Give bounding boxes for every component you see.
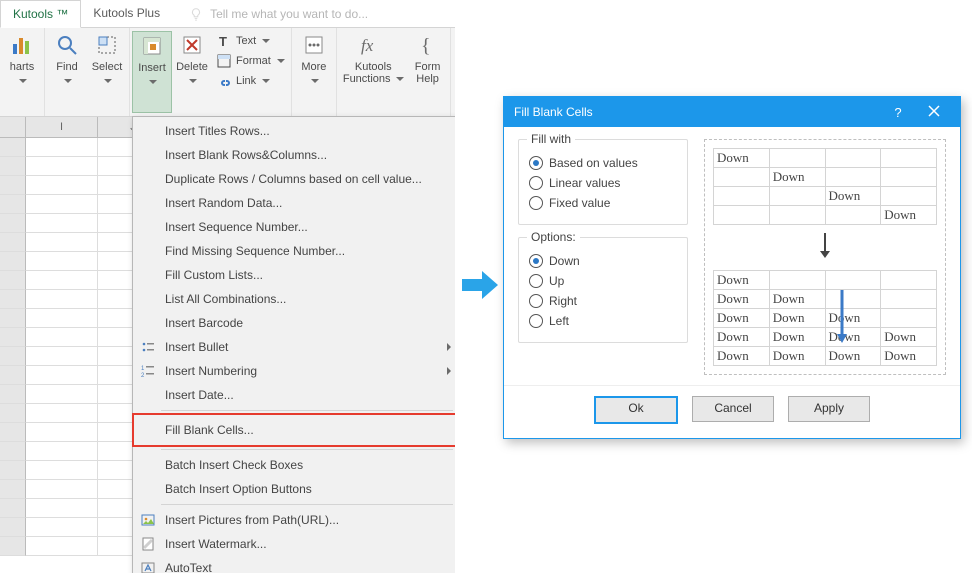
format-icon (216, 53, 232, 69)
dropdown-icon (189, 79, 197, 83)
dialog-title: Fill Blank Cells (514, 105, 593, 119)
insert-dropdown-menu: Insert Titles Rows... Insert Blank Rows&… (132, 116, 456, 573)
dropdown-icon (262, 79, 270, 83)
menu-batch-checkboxes[interactable]: Batch Insert Check Boxes (133, 453, 456, 477)
text-icon: T (216, 33, 232, 49)
ribbon: harts Find Select Insert (0, 28, 455, 117)
menu-insert-sequence-number[interactable]: Insert Sequence Number... (133, 215, 456, 239)
radio-linear-values[interactable]: Linear values (529, 176, 677, 190)
fx-icon: fx (361, 33, 385, 57)
menu-insert-numbering[interactable]: 12 Insert Numbering (133, 359, 456, 383)
fill-down-arrow-icon (835, 288, 849, 348)
menu-insert-blank-rows-cols[interactable]: Insert Blank Rows&Columns... (133, 143, 456, 167)
menu-fill-blank-cells[interactable]: Fill Blank Cells... (133, 414, 456, 446)
insert-icon (140, 34, 164, 58)
menu-insert-watermark[interactable]: Insert Watermark... (133, 532, 456, 556)
radio-up[interactable]: Up (529, 274, 677, 288)
menu-list-all-combinations[interactable]: List All Combinations... (133, 287, 456, 311)
select-icon (95, 33, 119, 57)
preview-pane: Down Down Down Down Down DownDown DownDo… (704, 139, 946, 375)
radio-down[interactable]: Down (529, 254, 677, 268)
chart-icon (10, 33, 34, 57)
dropdown-icon (104, 79, 112, 83)
find-button[interactable]: Find (47, 31, 87, 113)
dropdown-icon (149, 80, 157, 84)
apply-button[interactable]: Apply (788, 396, 870, 422)
radio-based-on-values[interactable]: Based on values (529, 156, 677, 170)
svg-text:T: T (219, 34, 227, 48)
dropdown-icon (277, 59, 285, 63)
menu-fill-custom-lists[interactable]: Fill Custom Lists... (133, 263, 456, 287)
menu-insert-bullet[interactable]: Insert Bullet (133, 335, 456, 359)
menu-insert-date[interactable]: Insert Date... (133, 383, 456, 407)
tab-kutools-plus[interactable]: Kutools Plus (81, 0, 172, 27)
arrow-right-icon (460, 265, 500, 305)
dropdown-icon (262, 39, 270, 43)
numbering-icon: 12 (139, 363, 157, 379)
radio-right[interactable]: Right (529, 294, 677, 308)
menu-insert-barcode[interactable]: Insert Barcode (133, 311, 456, 335)
dropdown-icon (396, 77, 404, 81)
submenu-arrow-icon (447, 343, 451, 351)
svg-text:2: 2 (141, 373, 145, 378)
menu-duplicate-rows-cols[interactable]: Duplicate Rows / Columns based on cell v… (133, 167, 456, 191)
svg-text:{: { (421, 35, 431, 56)
kutools-functions-button[interactable]: fx Kutools Functions (339, 31, 408, 113)
more-icon (302, 33, 326, 57)
submenu-arrow-icon (447, 367, 451, 375)
delete-button[interactable]: Delete (172, 31, 212, 113)
search-icon (55, 33, 79, 57)
menu-batch-option-buttons[interactable]: Batch Insert Option Buttons (133, 477, 456, 501)
radio-fixed-value[interactable]: Fixed value (529, 196, 677, 210)
formula-helper-button[interactable]: { Form Help (408, 31, 448, 113)
options-label: Options: (527, 230, 580, 244)
fill-blank-cells-dialog: Fill Blank Cells ? Fill with Based on va… (503, 96, 961, 439)
preview-after-grid: Down DownDown DownDownDown DownDownDownD… (713, 270, 937, 366)
menu-find-missing-sequence[interactable]: Find Missing Sequence Number... (133, 239, 456, 263)
dropdown-icon (311, 79, 319, 83)
col-header-i[interactable]: I (26, 117, 97, 137)
menu-insert-random-data[interactable]: Insert Random Data... (133, 191, 456, 215)
select-button[interactable]: Select (87, 31, 127, 113)
more-button[interactable]: More (294, 31, 334, 113)
watermark-icon (139, 536, 157, 552)
text-button[interactable]: T Text (216, 33, 285, 49)
charts-button[interactable]: harts (2, 31, 42, 113)
ribbon-tabs: Kutools ™ Kutools Plus Tell me what you … (0, 0, 455, 28)
fill-with-label: Fill with (527, 132, 575, 146)
close-icon (928, 105, 940, 117)
arrow-down-icon (817, 231, 833, 264)
close-button[interactable] (916, 105, 952, 120)
tab-kutools[interactable]: Kutools ™ (0, 0, 81, 28)
link-icon (216, 73, 232, 89)
help-button[interactable]: ? (880, 105, 916, 120)
delete-icon (180, 33, 204, 57)
brace-icon: { (416, 33, 440, 57)
format-button[interactable]: Format (216, 53, 285, 69)
menu-autotext[interactable]: AutoText (133, 556, 456, 573)
radio-left[interactable]: Left (529, 314, 677, 328)
picture-icon (139, 512, 157, 528)
autotext-icon (139, 560, 157, 573)
dropdown-icon (19, 79, 27, 83)
tell-me-search[interactable]: Tell me what you want to do... (172, 0, 368, 27)
preview-before-grid: Down Down Down Down (713, 148, 937, 225)
options-group: Options: Down Up Right Left (518, 237, 688, 343)
fill-with-group: Fill with Based on values Linear values … (518, 139, 688, 225)
dialog-titlebar[interactable]: Fill Blank Cells ? (504, 97, 960, 127)
ok-button[interactable]: Ok (594, 396, 678, 424)
tell-me-placeholder: Tell me what you want to do... (210, 7, 368, 21)
svg-text:fx: fx (361, 36, 374, 55)
menu-insert-pictures-url[interactable]: Insert Pictures from Path(URL)... (133, 508, 456, 532)
bullet-icon (139, 339, 157, 355)
lightbulb-icon (188, 6, 204, 22)
menu-insert-titles-rows[interactable]: Insert Titles Rows... (133, 119, 456, 143)
dropdown-icon (64, 79, 72, 83)
svg-text:1: 1 (141, 366, 145, 372)
cancel-button[interactable]: Cancel (692, 396, 774, 422)
link-button[interactable]: Link (216, 73, 285, 89)
insert-button[interactable]: Insert (132, 31, 172, 113)
